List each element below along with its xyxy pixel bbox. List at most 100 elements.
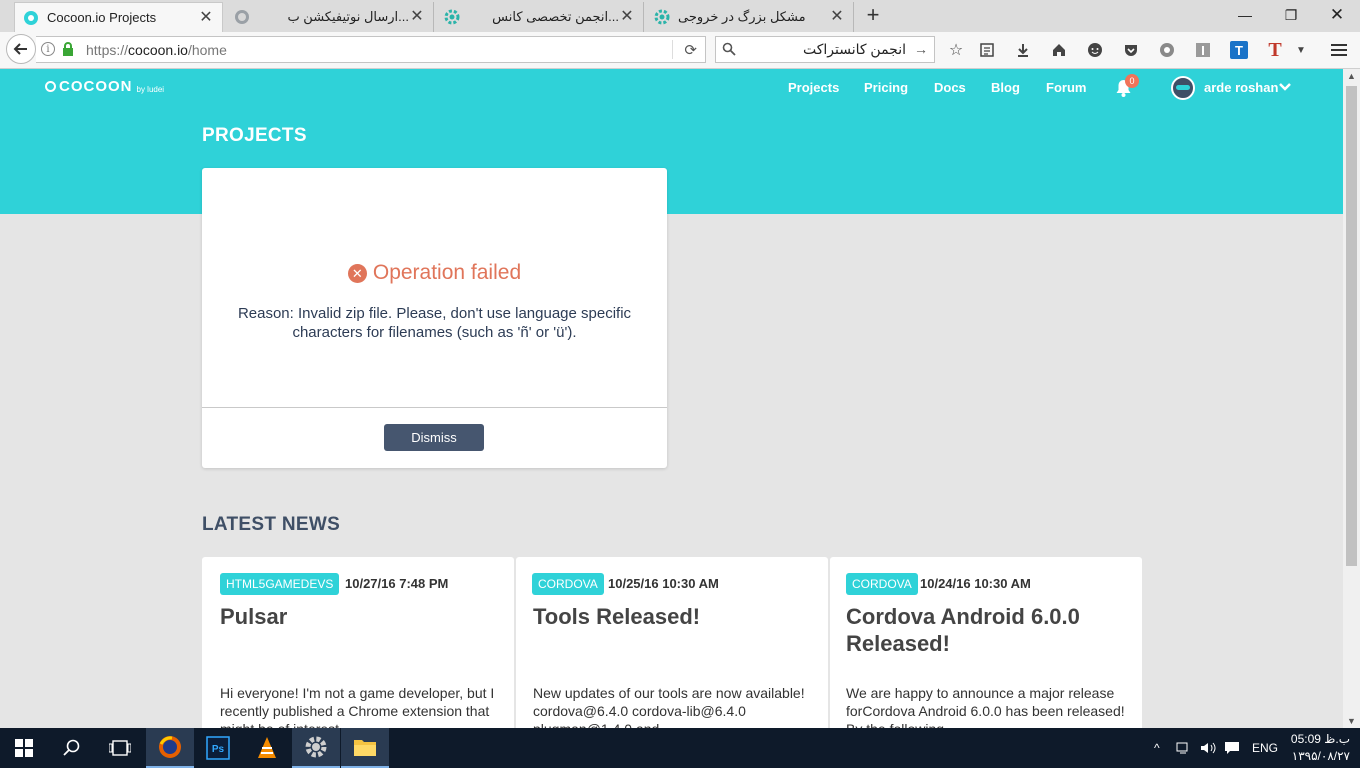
news-title[interactable]: Tools Released! [533,603,818,630]
translate-t-icon[interactable]: T [1228,39,1250,61]
dialog-heading-text: Operation failed [372,261,522,284]
nav-blog[interactable]: Blog [991,80,1020,95]
close-icon[interactable]: ✕ [409,9,425,25]
error-x-icon: ✕ [347,263,367,283]
url-divider [672,40,673,59]
dialog-heading: ✕ Operation failed [202,261,667,285]
close-icon[interactable]: ✕ [829,9,845,25]
search-text: انجمن کانستراکت [802,41,906,57]
tab-notification[interactable]: ...ارسال نوتیفیکشن ب ✕ [226,2,434,32]
windows-start-icon[interactable] [0,728,48,768]
news-tag[interactable]: CORDOVA [532,573,604,595]
news-tag[interactable]: HTML5GAMEDEVS [220,573,340,595]
windows-taskbar: Ps ^ ENG 05:09 ب.ظ ۱۳۹۵/۰۸/۲۷ [0,728,1360,768]
url-text: https://cocoon.io/home [86,42,227,58]
tab-title: Cocoon.io Projects [47,10,157,25]
file-explorer-icon[interactable] [341,728,389,768]
language-indicator[interactable]: ENG [1252,728,1278,768]
dialog-reason: Reason: Invalid zip file. Please, don't … [237,305,632,341]
tab-title: مشکل بزرگ در خروجی [678,9,806,24]
nav-projects[interactable]: Projects [788,80,839,95]
avatar[interactable] [1171,76,1195,100]
restore-icon[interactable]: ❐ [1268,0,1314,30]
scrollbar-thumb[interactable] [1346,86,1357,566]
browser-navbar: i https://cocoon.io/home ⟳ انجمن کانسترا… [0,32,1360,69]
extension-globe-icon[interactable] [1156,39,1178,61]
chevron-down-icon[interactable]: ▼ [1290,39,1312,61]
home-icon[interactable] [1048,39,1070,61]
chevron-down-icon[interactable] [1278,80,1292,98]
volume-icon[interactable] [1200,728,1216,768]
reader-list-icon[interactable] [976,39,998,61]
logo-mark-icon [45,81,56,92]
hello-icon[interactable] [1084,39,1106,61]
svg-text:Ps: Ps [212,744,225,755]
username[interactable]: arde roshan [1204,80,1278,95]
photoshop-icon[interactable]: Ps [194,728,242,768]
notification-center-icon[interactable] [1224,728,1240,768]
news-date: 10/27/16 7:48 PM [345,576,449,591]
font-t-icon[interactable]: T [1264,39,1286,61]
news-excerpt: New updates of our tools are now availab… [533,685,805,728]
lock-icon [62,42,74,61]
news-date: 10/25/16 10:30 AM [608,576,719,591]
info-icon[interactable]: i [41,42,55,56]
task-view-icon[interactable] [96,728,144,768]
url-bar[interactable]: i https://cocoon.io/home ⟳ [36,36,706,63]
new-tab-button[interactable]: + [862,4,884,28]
clock-date: ۱۳۹۵/۰۸/۲۷ [1291,749,1350,763]
taskbar-search-icon[interactable] [48,728,96,768]
pocket-icon[interactable] [1120,39,1142,61]
dialog-divider [202,407,667,408]
bookmark-star-icon[interactable]: ☆ [945,39,967,61]
download-icon[interactable] [1012,39,1034,61]
clock-time: 05:09 ب.ظ [1290,732,1350,746]
minimize-icon[interactable]: — [1222,0,1268,30]
news-card[interactable]: CORDOVA 10/24/16 10:30 AM Cordova Androi… [830,557,1142,728]
window-close-icon[interactable]: ✕ [1314,0,1360,30]
close-icon[interactable]: ✕ [198,9,214,26]
latest-news-heading: LATEST NEWS [202,514,341,535]
reload-icon[interactable]: ⟳ [684,41,697,59]
news-card[interactable]: CORDOVA 10/25/16 10:30 AM Tools Released… [516,557,828,728]
settings-gear-icon[interactable] [292,728,340,768]
gear-icon [654,9,670,25]
clock[interactable]: 05:09 ب.ظ ۱۳۹۵/۰۸/۲۷ [1284,731,1350,765]
search-input[interactable]: انجمن کانستراکت → [715,36,935,63]
vertical-scrollbar[interactable]: ▲ ▼ [1343,69,1360,728]
scroll-down-icon[interactable]: ▼ [1347,716,1356,726]
close-icon[interactable]: ✕ [619,9,635,25]
search-go-icon[interactable]: → [914,41,928,57]
vlc-icon[interactable] [243,728,291,768]
logo-by-text: by ludei [136,85,165,94]
news-card[interactable]: HTML5GAMEDEVS 10/27/16 7:48 PM Pulsar Hi… [202,557,514,728]
cocoon-logo[interactable]: COCOON by ludei [45,78,164,95]
menu-icon[interactable] [1328,39,1350,61]
nav-forum[interactable]: Forum [1046,80,1086,95]
tab-construct-forum[interactable]: ...انجمن تخصصی کانس ✕ [436,2,644,32]
dismiss-button[interactable]: Dismiss [384,424,484,451]
news-excerpt: We are happy to announce a major release… [846,685,1125,728]
forum-icon [234,9,250,25]
scroll-up-icon[interactable]: ▲ [1347,71,1356,81]
svg-text:T: T [1235,43,1243,58]
news-title[interactable]: Cordova Android 6.0.0 Released! [846,603,1131,657]
tab-cocoon-projects[interactable]: Cocoon.io Projects ✕ [14,2,223,32]
back-button[interactable] [6,34,36,64]
news-tag[interactable]: CORDOVA [846,573,918,595]
news-title[interactable]: Pulsar [220,603,505,630]
gear-icon [444,9,460,25]
page-content: COCOON by ludei Projects Pricing Docs Bl… [0,69,1343,728]
tab-title: ...انجمن تخصصی کانس [492,9,619,24]
nav-pricing[interactable]: Pricing [864,80,908,95]
firefox-icon[interactable] [146,728,194,768]
extension-info-icon[interactable] [1192,39,1214,61]
back-arrow-icon [13,43,27,55]
news-excerpt: Hi everyone! I'm not a game developer, b… [220,685,495,728]
tab-export-problem[interactable]: مشکل بزرگ در خروجی ✕ [646,2,854,32]
logo-text: COCOON [59,78,133,95]
network-icon[interactable] [1176,728,1192,768]
nav-docs[interactable]: Docs [934,80,966,95]
error-dialog: ✕ Operation failed Reason: Invalid zip f… [202,168,667,468]
chevron-up-icon[interactable]: ^ [1154,728,1160,768]
